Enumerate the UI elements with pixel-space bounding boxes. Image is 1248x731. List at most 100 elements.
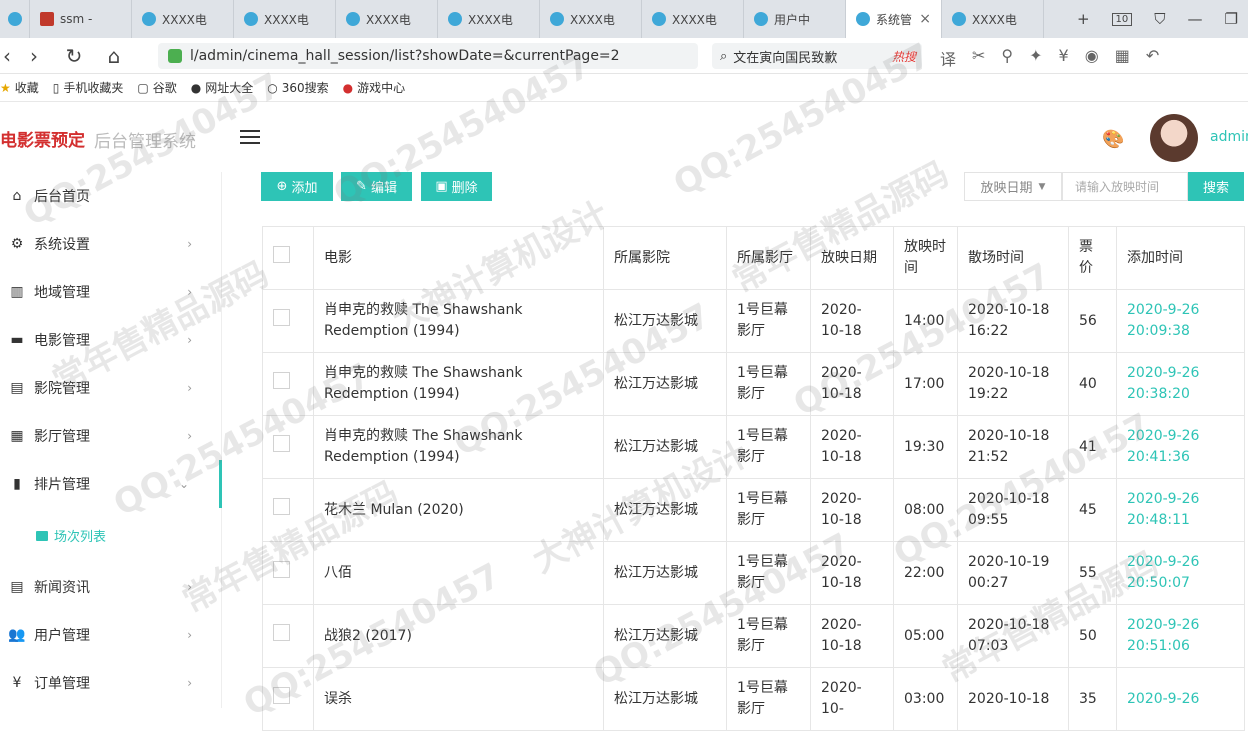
col-header-time: 放映时间 bbox=[893, 226, 958, 290]
cell-hall: 1号巨幕影厅 bbox=[726, 604, 811, 668]
cell-price: 35 bbox=[1068, 667, 1117, 731]
cell-date: 2020-10-18 bbox=[810, 352, 894, 416]
edit-button[interactable]: ✎ 编辑 bbox=[341, 172, 412, 201]
store-icon: ▤ bbox=[10, 380, 24, 396]
map-icon: ▥ bbox=[10, 284, 24, 300]
forward-icon[interactable]: › bbox=[14, 44, 54, 68]
magnifier-icon[interactable]: ⚲ bbox=[1001, 46, 1013, 70]
sidebar-item-label: 用户管理 bbox=[34, 628, 90, 644]
row-checkbox[interactable] bbox=[273, 372, 290, 389]
folder-icon bbox=[36, 530, 48, 541]
browser-tab[interactable]: ssm - bbox=[30, 0, 132, 38]
row-checkbox[interactable] bbox=[273, 687, 290, 704]
translate-icon[interactable]: 译 bbox=[940, 46, 956, 70]
row-select-cell bbox=[262, 478, 314, 542]
bookmark-item[interactable]: ▢ 谷歌 bbox=[137, 79, 176, 96]
select-all-checkbox[interactable] bbox=[273, 246, 290, 263]
cell-movie: 肖申克的救赎 The Shawshank Redemption (1994) bbox=[313, 289, 604, 353]
row-checkbox[interactable] bbox=[273, 498, 290, 515]
close-tab-icon[interactable]: × bbox=[919, 11, 931, 27]
row-checkbox[interactable] bbox=[273, 561, 290, 578]
cell-hall: 1号巨幕影厅 bbox=[726, 289, 811, 353]
game-icon[interactable]: ✦ bbox=[1029, 46, 1042, 70]
scissors-icon[interactable]: ✂ bbox=[972, 46, 985, 70]
table-row[interactable]: 肖申克的救赎 The Shawshank Redemption (1994) 松… bbox=[262, 415, 1245, 479]
reload-icon[interactable]: ↻ bbox=[54, 44, 94, 68]
browser-search-box[interactable]: ⌕ 文在寅向国民致歉 热搜 bbox=[712, 43, 922, 69]
row-checkbox[interactable] bbox=[273, 309, 290, 326]
bookmark-item[interactable]: ● 游戏中心 bbox=[343, 79, 406, 96]
col-header-end: 散场时间 bbox=[957, 226, 1069, 290]
sidebar-item-home[interactable]: ⌂ 后台首页 bbox=[0, 172, 222, 220]
shield-ext-icon[interactable]: ◉ bbox=[1085, 46, 1099, 70]
restore-icon[interactable]: ❐ bbox=[1225, 10, 1238, 28]
new-tab-icon[interactable]: + bbox=[1077, 10, 1090, 28]
tab-count-badge[interactable]: 10 bbox=[1111, 12, 1133, 26]
chevron-right-icon: › bbox=[187, 381, 192, 395]
row-select-cell bbox=[262, 352, 314, 416]
browser-tab[interactable]: XXXX电 bbox=[942, 0, 1044, 38]
bookmark-item[interactable]: ★ 收藏 bbox=[0, 79, 39, 96]
cell-hall: 1号巨幕影厅 bbox=[726, 478, 811, 542]
browser-tab[interactable]: XXXX电 bbox=[132, 0, 234, 38]
url-field[interactable]: l/admin/cinema_hall_session/list?showDat… bbox=[158, 43, 698, 69]
sidebar-item-halls[interactable]: ▦ 影厅管理 › bbox=[0, 412, 222, 460]
browser-tab[interactable]: XXXX电 bbox=[336, 0, 438, 38]
browser-tab[interactable]: XXXX电 bbox=[234, 0, 336, 38]
delete-button[interactable]: ▣ 删除 bbox=[421, 172, 492, 201]
search-button[interactable]: 搜索 bbox=[1188, 172, 1244, 201]
menu-toggle-icon[interactable] bbox=[240, 130, 260, 144]
chevron-right-icon: › bbox=[187, 628, 192, 642]
username[interactable]: admin bbox=[1210, 129, 1248, 145]
address-bar: ‹ › ↻ ⌂ l/admin/cinema_hall_session/list… bbox=[0, 38, 1248, 74]
palette-icon[interactable]: 🎨 bbox=[1102, 129, 1124, 150]
sidebar-item-settings[interactable]: ⚙ 系统设置 › bbox=[0, 220, 222, 268]
back-icon[interactable]: ‹ bbox=[0, 44, 14, 68]
sidebar-item-movies[interactable]: ▬ 电影管理 › bbox=[0, 316, 222, 364]
cell-price: 56 bbox=[1068, 289, 1117, 353]
table-row[interactable]: 误杀 松江万达影城 1号巨幕影厅 2020-10- 03:00 2020-10-… bbox=[262, 667, 1245, 731]
browser-tab-active[interactable]: 系统管 × bbox=[846, 0, 942, 38]
cell-cinema: 松江万达影城 bbox=[603, 289, 727, 353]
sidebar-subitem-session-list[interactable]: 场次列表 bbox=[36, 526, 106, 545]
sidebar-item-news[interactable]: ▤ 新闻资讯 › bbox=[0, 563, 222, 611]
table-row[interactable]: 肖申克的救赎 The Shawshank Redemption (1994) 松… bbox=[262, 289, 1245, 353]
bookmark-label: 收藏 bbox=[14, 81, 39, 95]
sidebar-item-cinemas[interactable]: ▤ 影院管理 › bbox=[0, 364, 222, 412]
sidebar-item-orders[interactable]: ¥ 订单管理 › bbox=[0, 659, 222, 707]
date-select[interactable]: 放映日期 ▼ bbox=[964, 172, 1062, 201]
table-row[interactable]: 花木兰 Mulan (2020) 松江万达影城 1号巨幕影厅 2020-10-1… bbox=[262, 478, 1245, 542]
col-header-hall: 所属影厅 bbox=[726, 226, 811, 290]
sidebar-item-users[interactable]: 👥 用户管理 › bbox=[0, 611, 222, 659]
cell-time: 14:00 bbox=[893, 289, 958, 353]
table-row[interactable]: 战狼2 (2017) 松江万达影城 1号巨幕影厅 2020-10-18 05:0… bbox=[262, 604, 1245, 668]
sidebar-item-label: 影厅管理 bbox=[34, 429, 90, 445]
table-row[interactable]: 八佰 松江万达影城 1号巨幕影厅 2020-10-18 22:00 2020-1… bbox=[262, 541, 1245, 605]
sidebar-item-schedule[interactable]: ▮ 排片管理 ⌄ bbox=[0, 460, 222, 508]
bookmark-item[interactable]: ▯ 手机收藏夹 bbox=[53, 79, 124, 96]
browser-tab[interactable]: XXXX电 bbox=[540, 0, 642, 38]
grid-icon[interactable]: ▦ bbox=[1115, 46, 1130, 70]
row-checkbox[interactable] bbox=[273, 435, 290, 452]
browser-tab[interactable]: 用户中 bbox=[744, 0, 846, 38]
add-button[interactable]: ⊕ 添加 bbox=[261, 172, 333, 201]
brand-title: 电影票预定 bbox=[0, 131, 85, 151]
yen-ext-icon[interactable]: ¥ bbox=[1059, 46, 1069, 70]
sidebar-item-region[interactable]: ▥ 地域管理 › bbox=[0, 268, 222, 316]
avatar[interactable] bbox=[1150, 114, 1198, 162]
shirt-icon[interactable]: ⛉ bbox=[1154, 10, 1165, 28]
cell-time: 22:00 bbox=[893, 541, 958, 605]
browser-tab[interactable]: XXXX电 bbox=[438, 0, 540, 38]
cell-date: 2020-10-18 bbox=[810, 289, 894, 353]
date-input[interactable]: 请输入放映时间 bbox=[1062, 172, 1188, 201]
home-browser-icon[interactable]: ⌂ bbox=[94, 44, 134, 68]
minimize-icon[interactable]: — bbox=[1188, 10, 1203, 28]
bookmark-item[interactable]: ● 网址大全 bbox=[191, 79, 254, 96]
browser-logo-icon[interactable] bbox=[0, 0, 30, 38]
bookmark-item[interactable]: ○ 360搜索 bbox=[267, 79, 328, 96]
star-icon: ★ bbox=[0, 80, 11, 95]
table-row[interactable]: 肖申克的救赎 The Shawshank Redemption (1994) 松… bbox=[262, 352, 1245, 416]
browser-tab[interactable]: XXXX电 bbox=[642, 0, 744, 38]
undo-icon[interactable]: ↶ bbox=[1146, 46, 1159, 70]
row-checkbox[interactable] bbox=[273, 624, 290, 641]
